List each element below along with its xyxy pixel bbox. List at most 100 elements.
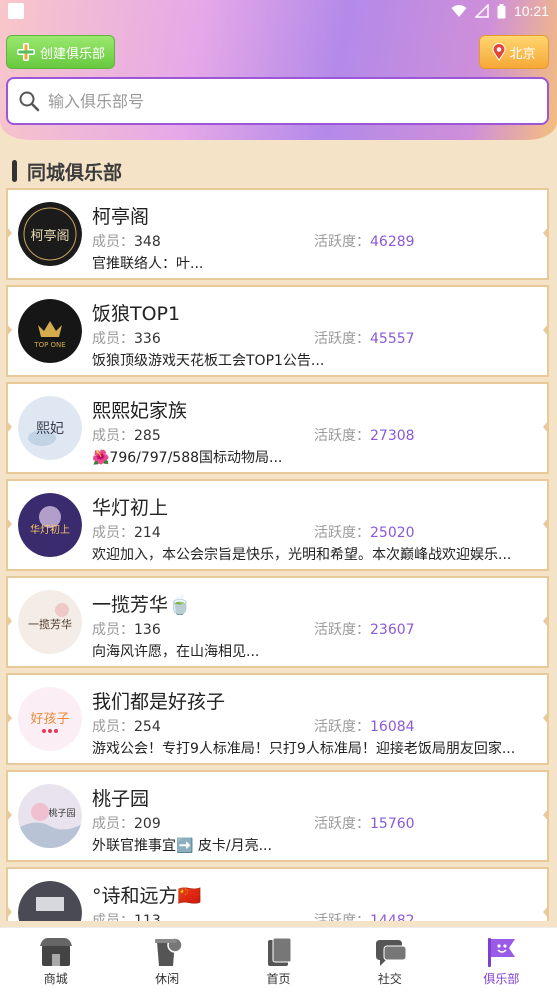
club-avatar: 桃子园 bbox=[18, 784, 82, 848]
members-value: 113 bbox=[134, 913, 161, 921]
club-members: 成员：348 bbox=[92, 231, 161, 251]
activity-label: 活跃度： bbox=[314, 719, 370, 735]
members-label: 成员： bbox=[92, 816, 134, 832]
club-members: 成员：254 bbox=[92, 716, 161, 736]
club-name: 柯亭阁 bbox=[92, 206, 150, 228]
activity-value: 23607 bbox=[370, 622, 415, 638]
section-header: 同城俱乐部 bbox=[12, 158, 122, 184]
status-time: 10:21 bbox=[513, 3, 549, 19]
activity-value: 25020 bbox=[370, 525, 415, 541]
members-label: 成员： bbox=[92, 913, 134, 921]
section-marker bbox=[12, 160, 17, 182]
club-name: 饭狼TOP1 bbox=[92, 303, 181, 325]
bottom-tab-bar: 商城 休闲 首页 社交 俱乐部 bbox=[0, 927, 557, 992]
members-label: 成员： bbox=[92, 331, 134, 347]
tab-label: 社交 bbox=[377, 972, 402, 986]
club-card[interactable]: 熙妃 熙熙妃家族 成员：285 活跃度：27308 🌺796/797/588国标… bbox=[6, 382, 549, 474]
members-value: 214 bbox=[134, 525, 161, 541]
plus-icon bbox=[16, 43, 35, 61]
tab-home[interactable]: 首页 bbox=[223, 928, 334, 992]
club-description: 饭狼顶级游戏天花板工会TOP1公告... bbox=[92, 353, 325, 369]
avatar-text: 柯亭阁 bbox=[30, 228, 69, 244]
club-description: 向海风许愿，在山海相见... bbox=[92, 644, 260, 660]
battery-icon bbox=[497, 3, 506, 18]
tab-leisure[interactable]: 休闲 bbox=[111, 928, 222, 992]
activity-value: 16084 bbox=[370, 719, 415, 735]
club-activity: 活跃度：15760 bbox=[314, 813, 415, 833]
create-club-label: 创建俱乐部 bbox=[39, 46, 105, 62]
club-card[interactable]: 好孩子 我们都是好孩子 成员：254 活跃度：16084 游戏公会！专打9人标准… bbox=[6, 673, 549, 765]
cup-icon bbox=[155, 937, 183, 966]
club-name: °诗和远方🇨🇳 bbox=[92, 885, 202, 907]
avatar-text: 一揽芳华 bbox=[28, 617, 72, 631]
search-icon bbox=[19, 91, 40, 112]
wifi-icon bbox=[451, 5, 467, 17]
club-card[interactable]: 柯亭阁 柯亭阁 成员：348 活跃度：46289 官推联络人：叶... bbox=[6, 188, 549, 280]
club-search-box[interactable] bbox=[6, 77, 549, 125]
club-description: 官推联络人：叶... bbox=[92, 256, 204, 272]
avatar-text: 桃子园 bbox=[48, 807, 75, 819]
activity-label: 活跃度： bbox=[314, 525, 370, 541]
club-flag-icon bbox=[488, 938, 516, 967]
activity-label: 活跃度： bbox=[314, 913, 370, 921]
club-activity: 活跃度：25020 bbox=[314, 522, 415, 542]
members-label: 成员： bbox=[92, 622, 134, 638]
club-avatar bbox=[18, 881, 82, 921]
tab-club[interactable]: 俱乐部 bbox=[446, 928, 557, 992]
club-activity: 活跃度：16084 bbox=[314, 716, 415, 736]
club-members: 成员：136 bbox=[92, 619, 161, 639]
activity-label: 活跃度： bbox=[314, 331, 370, 347]
club-card[interactable]: 一揽芳华 一揽芳华🍵 成员：136 活跃度：23607 向海风许愿，在山海相见.… bbox=[6, 576, 549, 668]
signal-icon bbox=[474, 4, 489, 18]
home-card-icon bbox=[267, 937, 292, 966]
activity-value: 27308 bbox=[370, 428, 415, 444]
activity-label: 活跃度： bbox=[314, 622, 370, 638]
city-select-button[interactable]: 北京 bbox=[479, 35, 549, 69]
tab-label: 首页 bbox=[266, 972, 291, 986]
create-club-button[interactable]: 创建俱乐部 bbox=[6, 35, 115, 69]
chat-bubble-icon bbox=[375, 940, 407, 966]
club-activity: 活跃度：23607 bbox=[314, 619, 415, 639]
club-name: 华灯初上 bbox=[92, 497, 169, 519]
tab-social[interactable]: 社交 bbox=[334, 928, 445, 992]
activity-value: 15760 bbox=[370, 816, 415, 832]
activity-value: 14482 bbox=[370, 913, 415, 921]
city-label: 北京 bbox=[509, 46, 536, 62]
club-avatar: 好孩子 bbox=[18, 687, 82, 751]
activity-label: 活跃度： bbox=[314, 428, 370, 444]
members-value: 336 bbox=[134, 331, 161, 347]
club-activity: 活跃度：45557 bbox=[314, 328, 415, 348]
club-name: 我们都是好孩子 bbox=[92, 691, 226, 713]
tab-shop[interactable]: 商城 bbox=[0, 928, 111, 992]
members-label: 成员： bbox=[92, 428, 134, 444]
status-bar: 10:21 bbox=[0, 0, 557, 22]
activity-label: 活跃度： bbox=[314, 234, 370, 250]
club-card[interactable]: 华灯初上 华灯初上 成员：214 活跃度：25020 欢迎加入，本公会宗旨是快乐… bbox=[6, 479, 549, 571]
tab-label: 商城 bbox=[43, 972, 68, 986]
club-members: 成员：113 bbox=[92, 910, 161, 921]
club-members: 成员：214 bbox=[92, 522, 161, 542]
status-indicators: 10:21 bbox=[451, 3, 549, 19]
club-avatar: 华灯初上 bbox=[18, 493, 82, 557]
club-search-input[interactable] bbox=[48, 91, 528, 111]
club-activity: 活跃度：27308 bbox=[314, 425, 415, 445]
club-description: 欢迎加入，本公会宗旨是快乐，光明和希望。本次巅峰战欢迎娱乐... bbox=[92, 547, 512, 563]
club-description: 游戏公会！专打9人标准局！只打9人标准局！迎接老饭局朋友回家... bbox=[92, 741, 516, 757]
section-title: 同城俱乐部 bbox=[27, 161, 123, 184]
club-card[interactable]: TOP ONE 饭狼TOP1 成员：336 活跃度：45557 饭狼顶级游戏天花… bbox=[6, 285, 549, 377]
club-members: 成员：336 bbox=[92, 328, 161, 348]
avatar-text: TOP ONE bbox=[33, 341, 65, 349]
club-avatar: 一揽芳华 bbox=[18, 590, 82, 654]
club-name: 熙熙妃家族 bbox=[92, 400, 188, 422]
members-label: 成员： bbox=[92, 719, 134, 735]
members-value: 209 bbox=[134, 816, 161, 832]
club-card[interactable]: °诗和远方🇨🇳 成员：113 活跃度：14482 bbox=[6, 867, 549, 921]
club-list: 柯亭阁 柯亭阁 成员：348 活跃度：46289 官推联络人：叶... TOP … bbox=[0, 188, 557, 921]
members-value: 348 bbox=[134, 234, 161, 250]
club-card[interactable]: 桃子园 桃子园 成员：209 活跃度：15760 外联官推事宜➡️ 皮卡/月亮.… bbox=[6, 770, 549, 862]
avatar-text: 华灯初上 bbox=[30, 523, 70, 536]
location-pin-icon bbox=[492, 43, 506, 61]
club-name: 桃子园 bbox=[92, 788, 150, 810]
members-value: 136 bbox=[134, 622, 161, 638]
club-description: 外联官推事宜➡️ 皮卡/月亮... bbox=[92, 838, 272, 854]
